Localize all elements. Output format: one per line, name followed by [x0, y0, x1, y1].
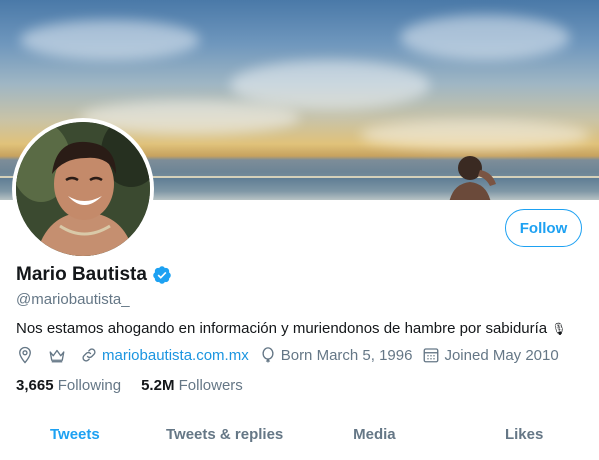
avatar-portrait-image: [16, 122, 150, 256]
avatar-photo: [16, 122, 150, 256]
joined-item: Joined May 2010: [422, 346, 559, 364]
display-name: Mario Bautista: [16, 264, 147, 285]
profile-stats: 3,665 Following 5.2M Followers: [16, 377, 263, 394]
link-icon: [82, 348, 96, 362]
followers-count: 5.2M: [141, 377, 175, 394]
followers-label: Followers: [178, 377, 243, 394]
following-stat[interactable]: 3,665 Following: [16, 377, 121, 394]
location-item: [16, 346, 38, 364]
bio-text: Nos estamos ahogando en información y mu…: [16, 320, 548, 337]
avatar[interactable]: [12, 118, 154, 260]
banner-person-silhouette: [449, 156, 496, 200]
banner-cloud: [230, 60, 430, 110]
following-count: 3,665: [16, 377, 54, 394]
follow-button[interactable]: Follow: [505, 209, 582, 247]
following-label: Following: [57, 377, 122, 394]
followers-stat[interactable]: 5.2M Followers: [141, 377, 243, 394]
location-pin-icon: [19, 346, 31, 364]
profile-handle: @mariobautista_: [16, 291, 130, 308]
crown-item: [48, 346, 70, 364]
crown-icon: [49, 349, 65, 363]
banner-cloud: [20, 20, 200, 60]
born-item: Born March 5, 1996: [259, 346, 413, 364]
born-date: Born March 5, 1996: [280, 346, 413, 364]
microphone-emoji: 🎙: [551, 322, 567, 336]
website-link[interactable]: mariobautista.com.mx: [102, 347, 249, 364]
profile-meta: mariobautista.com.mx Born March 5, 1996 …: [16, 346, 569, 364]
tab-tweets-and-replies[interactable]: Tweets & replies: [150, 414, 300, 456]
banner-cloud: [360, 120, 590, 150]
website-item[interactable]: mariobautista.com.mx: [80, 346, 249, 364]
profile-name-row: Mario Bautista: [16, 264, 172, 286]
tab-tweets[interactable]: Tweets: [0, 414, 150, 456]
verified-badge-icon: [153, 266, 171, 284]
balloon-icon: [262, 347, 274, 363]
profile-bio: Nos estamos ahogando en información y mu…: [16, 320, 567, 337]
tab-media[interactable]: Media: [300, 414, 450, 456]
joined-date: Joined May 2010: [444, 346, 559, 364]
tab-likes[interactable]: Likes: [449, 414, 599, 456]
calendar-icon: [424, 348, 439, 363]
banner-cloud: [400, 15, 570, 60]
profile-tabs: Tweets Tweets & replies Media Likes: [0, 414, 599, 456]
